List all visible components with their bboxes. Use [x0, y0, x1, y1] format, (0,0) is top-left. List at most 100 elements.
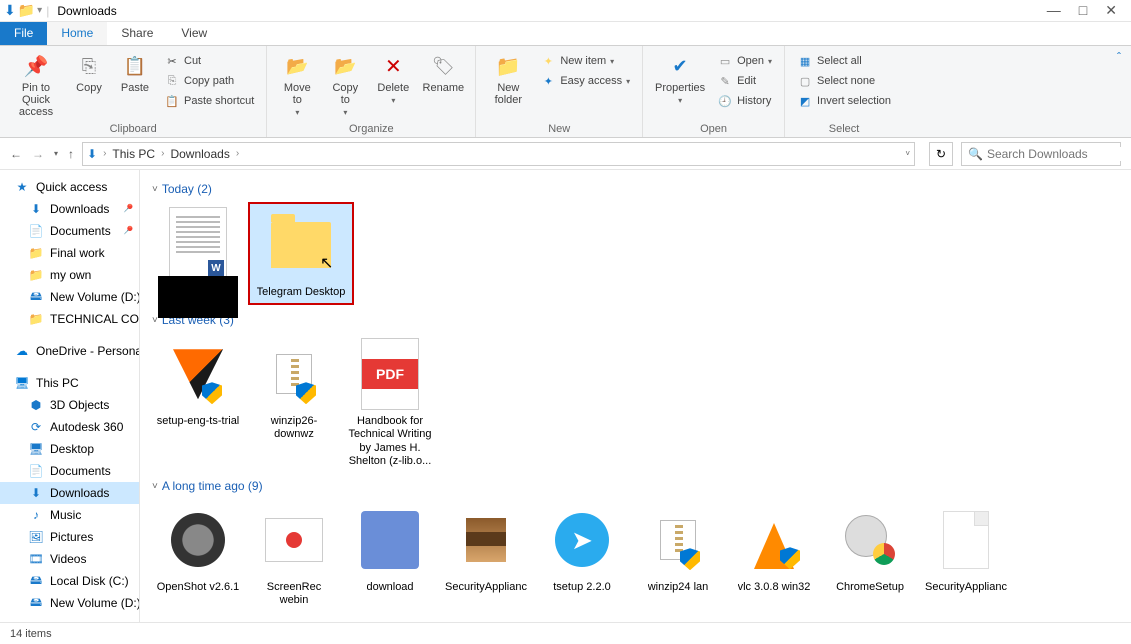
new-folder-icon: 📁 — [494, 52, 522, 80]
address-bar[interactable]: ⬇ › This PC › Downloads › ˅ — [82, 142, 915, 166]
new-item-button[interactable]: ✦New item ▾ — [536, 52, 634, 70]
sidebar-item[interactable]: ⬇Downloads📍 — [0, 198, 139, 220]
delete-button[interactable]: ✕ Delete ▾ — [371, 50, 415, 105]
close-button[interactable]: ✕ — [1105, 2, 1117, 19]
edit-button[interactable]: ✎Edit — [713, 72, 776, 90]
file-item[interactable]: OpenShot v2.6.1 — [152, 499, 244, 611]
history-button[interactable]: 🕘History — [713, 92, 776, 110]
file-item[interactable]: PDFHandbook for Technical Writing by Jam… — [344, 333, 436, 471]
sidebar-item[interactable]: 🖥Desktop — [0, 438, 139, 460]
sidebar-item[interactable]: ⟳Autodesk 360 — [0, 416, 139, 438]
breadcrumb[interactable]: Downloads — [170, 147, 229, 161]
sidebar-item[interactable]: 📄Documents — [0, 460, 139, 482]
file-item[interactable]: ScreenRec webin — [248, 499, 340, 611]
pin-icon: 📌 — [22, 52, 50, 80]
tab-home[interactable]: Home — [47, 22, 107, 45]
sidebar-this-pc[interactable]: 🖥This PC — [0, 372, 139, 394]
sidebar-item[interactable]: 🖼Pictures — [0, 526, 139, 548]
ribbon-group-open: ✔ Properties ▾ ▭Open ▾ ✎Edit 🕘History Op… — [643, 46, 785, 137]
sidebar-item[interactable]: 🖴New Volume (D:) — [0, 592, 139, 614]
history-icon: 🕘 — [717, 93, 733, 109]
tab-share[interactable]: Share — [107, 22, 167, 45]
group-header[interactable]: ˅A long time ago (9) — [152, 479, 1119, 493]
properties-button[interactable]: ✔ Properties ▾ — [651, 50, 709, 105]
file-item[interactable]: ➤tsetup 2.2.0 — [536, 499, 628, 611]
group-header[interactable]: ˅Last week (3) — [152, 313, 1119, 327]
file-name: OpenShot v2.6.1 — [157, 581, 240, 594]
sidebar-item[interactable]: 🖴Local Disk (C:) — [0, 570, 139, 592]
invert-selection-button[interactable]: ◩Invert selection — [793, 92, 895, 110]
nav-up-button[interactable]: ↑ — [68, 147, 74, 161]
delete-icon: ✕ — [379, 52, 407, 80]
file-item[interactable]: vlc 3.0.8 win32 — [728, 499, 820, 611]
move-to-button[interactable]: 📂 Move to ▾ — [275, 50, 319, 117]
search-box[interactable]: 🔍 — [961, 142, 1121, 166]
tab-file[interactable]: File — [0, 22, 47, 45]
copy-path-button[interactable]: ⎘Copy path — [160, 72, 258, 90]
file-item[interactable]: winzip26-downwz — [248, 333, 340, 471]
documents-icon: 📄 — [28, 223, 44, 239]
overflow-icon[interactable]: ▾ — [37, 5, 42, 16]
sidebar-item[interactable]: ♪Music — [0, 504, 139, 526]
easy-access-button[interactable]: ✦Easy access ▾ — [536, 72, 634, 90]
minimize-button[interactable]: — — [1047, 2, 1061, 19]
copy-button[interactable]: ⎘ Copy — [68, 50, 110, 94]
pin-to-quick-access-button[interactable]: 📌 Pin to Quick access — [8, 50, 64, 118]
select-none-icon: ▢ — [797, 73, 813, 89]
paste-button[interactable]: 📋 Paste — [114, 50, 156, 94]
sidebar-item[interactable]: ⬢3D Objects — [0, 394, 139, 416]
download-icon: ⬇ — [28, 485, 44, 501]
sidebar-item[interactable]: 📁Final work — [0, 242, 139, 264]
paste-shortcut-button[interactable]: 📋Paste shortcut — [160, 92, 258, 110]
folder-icon: 📁 — [28, 267, 44, 283]
nav-forward-button[interactable]: → — [32, 147, 44, 161]
group-header[interactable]: ˅Today (2) — [152, 182, 1119, 196]
file-item[interactable]: SecurityApplianc — [440, 499, 532, 611]
copy-to-button[interactable]: 📂 Copy to ▾ — [323, 50, 367, 117]
file-item[interactable]: Telegram Desktop — [248, 202, 354, 305]
recent-locations-button[interactable]: ▾ — [54, 149, 58, 158]
ribbon: 📌 Pin to Quick access ⎘ Copy 📋 Paste ✂Cu… — [0, 46, 1131, 138]
sidebar-item[interactable]: 🖴New Volume (D:) — [0, 286, 139, 308]
sidebar-item[interactable]: 📁my own — [0, 264, 139, 286]
folder-icon: 📁 — [28, 311, 44, 327]
refresh-button[interactable]: ↻ — [929, 142, 953, 166]
window-title: Downloads — [57, 4, 116, 18]
ribbon-group-clipboard: 📌 Pin to Quick access ⎘ Copy 📋 Paste ✂Cu… — [0, 46, 267, 137]
tab-view[interactable]: View — [167, 22, 221, 45]
breadcrumb[interactable]: This PC — [112, 147, 155, 161]
file-item[interactable]: ChromeSetup — [824, 499, 916, 611]
rename-button[interactable]: 🏷 Rename — [419, 50, 467, 94]
select-none-button[interactable]: ▢Select none — [793, 72, 895, 90]
thumbnail — [638, 503, 718, 577]
file-item[interactable]: winzip24 lan — [632, 499, 724, 611]
file-item[interactable]: download — [344, 499, 436, 611]
sidebar-item[interactable]: 🎞Videos — [0, 548, 139, 570]
paste-icon: 📋 — [121, 52, 149, 80]
thumbnail — [158, 503, 238, 577]
sidebar-quick-access[interactable]: ★Quick access — [0, 176, 139, 198]
file-item[interactable]: SecurityApplianc — [920, 499, 1012, 611]
search-input[interactable] — [987, 147, 1131, 161]
file-name: vlc 3.0.8 win32 — [738, 581, 811, 594]
cut-button[interactable]: ✂Cut — [160, 52, 258, 70]
sidebar-onedrive[interactable]: ☁OneDrive - Personal — [0, 340, 139, 362]
maximize-button[interactable]: □ — [1079, 2, 1087, 19]
sidebar-item[interactable]: ⬇Downloads — [0, 482, 139, 504]
file-name: ChromeSetup — [836, 581, 904, 594]
sidebar-item[interactable]: 📄Documents📍 — [0, 220, 139, 242]
videos-icon: 🎞 — [28, 551, 44, 567]
file-item[interactable]: setup-eng-ts-trial — [152, 333, 244, 471]
drive-icon: ⬇ — [87, 147, 97, 161]
select-all-button[interactable]: ▦Select all — [793, 52, 895, 70]
file-name: Handbook for Technical Writing by James … — [348, 415, 432, 467]
autodesk-icon: ⟳ — [28, 419, 44, 435]
history-dropdown-button[interactable]: ˅ — [905, 149, 910, 158]
open-button[interactable]: ▭Open ▾ — [713, 52, 776, 70]
chevron-down-icon: ▾ — [295, 108, 299, 117]
ribbon-group-new: 📁 New folder ✦New item ▾ ✦Easy access ▾ … — [476, 46, 643, 137]
new-folder-button[interactable]: 📁 New folder — [484, 50, 532, 106]
sidebar-item[interactable]: 📁TECHNICAL CONTE — [0, 308, 139, 330]
ribbon-collapse-button[interactable]: ˆ — [1107, 46, 1131, 137]
nav-back-button[interactable]: ← — [10, 147, 22, 161]
